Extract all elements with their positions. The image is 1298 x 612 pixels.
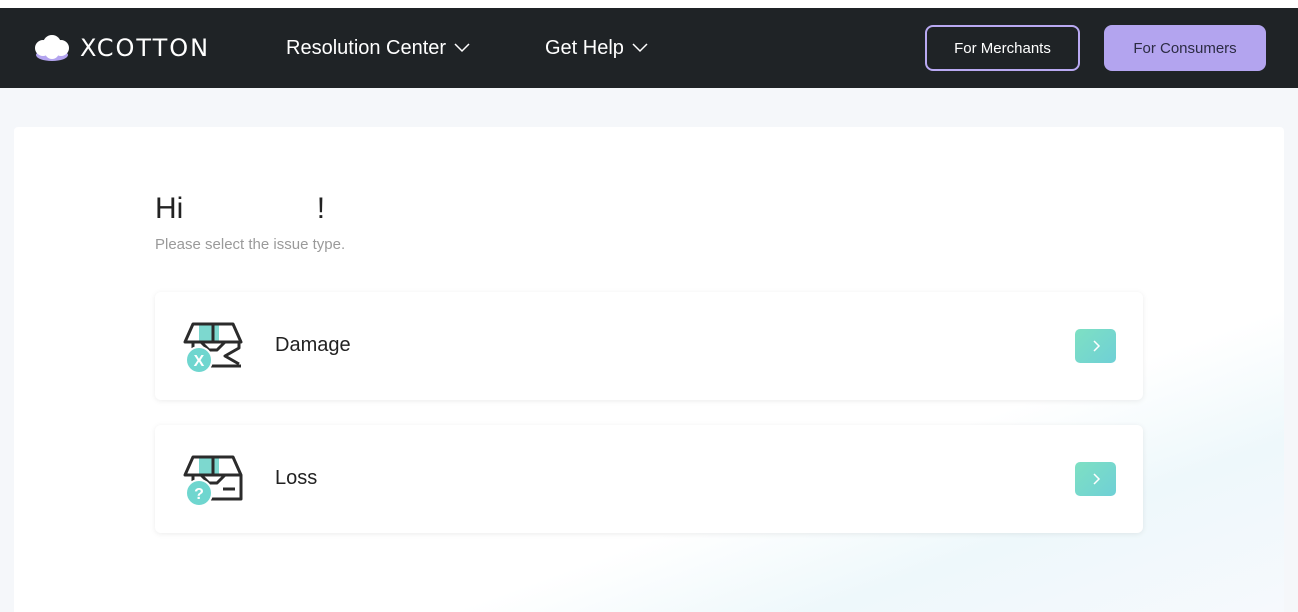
nav-get-help-label: Get Help <box>545 36 624 59</box>
issue-card-loss[interactable]: ? Loss <box>155 425 1143 533</box>
damaged-box-icon: X <box>183 322 243 374</box>
chevron-down-icon <box>632 43 648 53</box>
top-strip <box>0 0 1298 8</box>
nav-resolution-center-label: Resolution Center <box>286 36 447 59</box>
brand-name: XCOTTON <box>80 34 211 62</box>
cotton-logo-icon <box>35 35 69 61</box>
for-merchants-button[interactable]: For Merchants <box>925 25 1080 71</box>
damage-arrow-button[interactable] <box>1075 329 1116 363</box>
chevron-down-icon <box>454 43 470 53</box>
loss-badge-glyph: ? <box>194 486 204 503</box>
chevron-right-icon <box>1092 473 1100 485</box>
issue-card-damage[interactable]: X Damage <box>155 292 1143 400</box>
issue-instruction: Please select the issue type. <box>155 236 346 253</box>
for-consumers-button[interactable]: For Consumers <box>1104 25 1266 71</box>
top-navbar: XCOTTON Resolution Center Get Help For M… <box>0 8 1298 88</box>
lost-box-icon: ? <box>183 455 243 507</box>
chevron-right-icon <box>1092 340 1100 352</box>
brand-logo[interactable]: XCOTTON <box>32 32 210 64</box>
damage-badge-glyph: X <box>194 353 205 370</box>
nav-get-help[interactable]: Get Help <box>545 34 648 62</box>
greeting-heading: Hi ! <box>155 192 326 225</box>
issue-label-damage: Damage <box>275 334 351 356</box>
issue-label-loss: Loss <box>275 467 318 489</box>
nav-resolution-center[interactable]: Resolution Center <box>286 34 470 62</box>
loss-arrow-button[interactable] <box>1075 462 1116 496</box>
